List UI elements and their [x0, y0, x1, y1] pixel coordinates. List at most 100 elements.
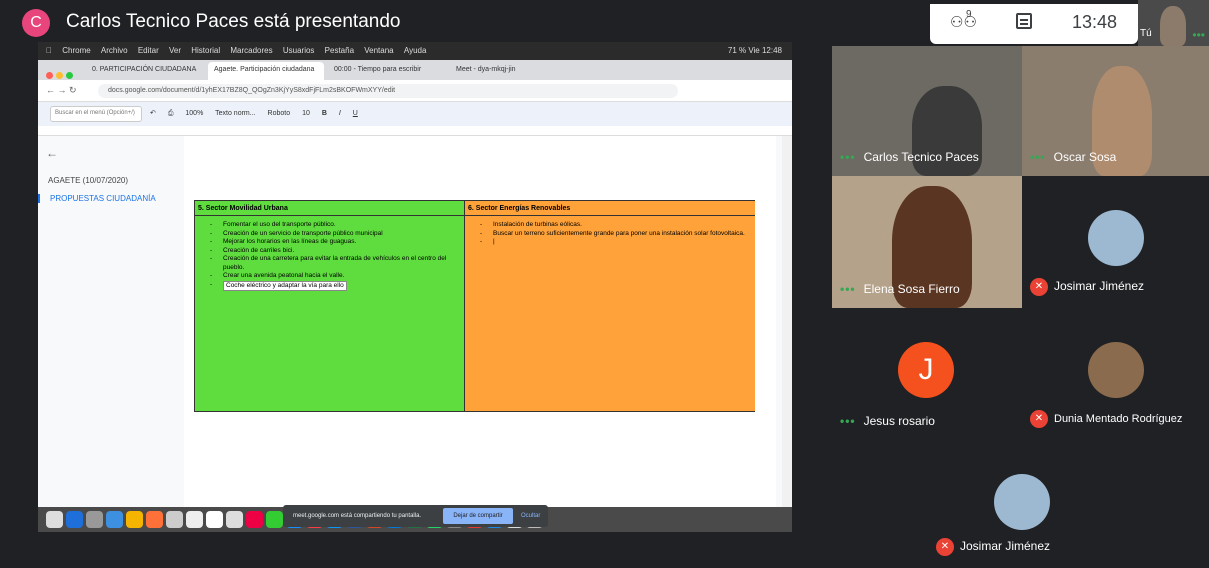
calendar-icon[interactable]: [186, 511, 203, 528]
list-item: Crear una avenida peatonal hacia el vall…: [209, 272, 464, 281]
list-item-empty: |: [479, 238, 755, 247]
menu-item[interactable]: Ayuda: [404, 46, 427, 55]
app-icon[interactable]: [226, 511, 243, 528]
print-icon[interactable]: ⎙: [168, 110, 174, 117]
speaking-indicator-icon: •••: [1030, 150, 1046, 164]
mac-menu-items:  Chrome Archivo Editar Ver Historial Ma…: [38, 46, 426, 55]
people-count: 9: [966, 9, 972, 20]
participant-name: ✕ Josimar Jiménez: [936, 538, 1050, 556]
facetime-icon[interactable]: [266, 511, 283, 528]
nav-arrows-icon[interactable]: ← → ↻: [46, 85, 77, 96]
participant-tile[interactable]: ••• Elena Sosa Fierro: [832, 176, 1022, 308]
bold-button[interactable]: B: [322, 110, 327, 117]
mobility-list: Fomentar el uso del transporte público. …: [195, 216, 464, 291]
share-banner-text: meet.google.com está compartiendo tu pan…: [293, 513, 422, 519]
apple-icon[interactable]: : [46, 46, 52, 55]
avatar: [1088, 210, 1144, 266]
underline-button[interactable]: U: [353, 110, 358, 117]
participant-tile[interactable]: ✕ Josimar Jiménez: [928, 456, 1118, 568]
menu-item[interactable]: Editar: [138, 46, 159, 55]
list-item: Creación de carriles bici.: [209, 247, 464, 256]
outline-title: AGAETE (10/07/2020): [48, 176, 129, 185]
renewables-header: 6. Sector Energías Renovables: [465, 201, 755, 216]
mobility-column[interactable]: 5. Sector Movilidad Urbana Fomentar el u…: [195, 201, 465, 411]
document-page[interactable]: 5. Sector Movilidad Urbana Fomentar el u…: [184, 136, 776, 522]
menu-item[interactable]: Pestaña: [325, 46, 354, 55]
self-video-tile[interactable]: Tú •••: [1138, 0, 1209, 46]
list-item: Instalación de turbinas eólicas.: [479, 221, 755, 230]
italic-button[interactable]: I: [339, 110, 341, 117]
avatar: J: [898, 342, 954, 398]
mobility-header: 5. Sector Movilidad Urbana: [195, 201, 464, 216]
speaking-indicator-icon: •••: [840, 414, 856, 428]
mic-off-icon: ✕: [936, 538, 954, 556]
back-arrow-icon[interactable]: ←: [46, 146, 58, 160]
mac-status: 71 % Vie 12:48: [727, 46, 782, 55]
mic-off-icon: ✕: [1030, 278, 1048, 296]
participant-tile[interactable]: ✕ Dunia Mentado Rodríguez: [1022, 308, 1209, 440]
browser-tab[interactable]: 00:00 - Tiempo para escribir: [328, 62, 446, 80]
selected-text[interactable]: Coche eléctrico y adaptar la vía para el…: [223, 280, 347, 291]
font-select[interactable]: Roboto: [268, 110, 291, 117]
safari-icon[interactable]: [106, 511, 123, 528]
participant-name: ••• Elena Sosa Fierro: [840, 282, 960, 296]
menu-item[interactable]: Archivo: [101, 46, 128, 55]
scrollbar[interactable]: [782, 136, 792, 532]
finder-icon[interactable]: [46, 511, 63, 528]
docs-toolbar: Buscar en el menú (Opción+/) ↶ ⎙ 100% Te…: [38, 102, 792, 126]
participant-name: ••• Jesus rosario: [840, 414, 935, 428]
address-bar: ← → ↻ docs.google.com/document/d/1yhEX17…: [38, 80, 792, 102]
avatar: [1088, 342, 1144, 398]
menu-item[interactable]: Marcadores: [230, 46, 272, 55]
presenter-avatar: C: [22, 9, 50, 37]
notes-icon[interactable]: [206, 511, 223, 528]
style-select[interactable]: Texto norm...: [215, 110, 255, 117]
proposals-table: 5. Sector Movilidad Urbana Fomentar el u…: [194, 200, 755, 412]
participant-tile[interactable]: ✕ Josimar Jiménez: [1022, 176, 1209, 308]
undo-icon[interactable]: ↶: [150, 110, 156, 117]
stop-sharing-button[interactable]: Dejar de compartir: [443, 508, 513, 524]
app-icon[interactable]: [166, 511, 183, 528]
font-size[interactable]: 10: [302, 110, 310, 117]
menu-item[interactable]: Chrome: [62, 46, 90, 55]
zoom-select[interactable]: 100%: [185, 110, 203, 117]
participant-name: ••• Oscar Sosa: [1030, 150, 1117, 164]
list-item-selected: Coche eléctrico y adaptar la vía para el…: [209, 280, 464, 291]
participant-tile[interactable]: ••• Oscar Sosa: [1022, 46, 1209, 176]
browser-tab-active[interactable]: Agaete. Participación ciudadana: [208, 62, 324, 80]
url-field[interactable]: docs.google.com/document/d/1yhEX17BZ8Q_Q…: [98, 84, 678, 98]
renewables-column[interactable]: 6. Sector Energías Renovables Instalació…: [465, 201, 755, 411]
outline-item[interactable]: PROPUESTAS CIUDADANÍA: [38, 194, 156, 203]
list-item: Creación de una carretera para evitar la…: [209, 255, 464, 272]
firefox-icon[interactable]: [146, 511, 163, 528]
meet-controls-panel: ⚇⚇ 9 13:48: [930, 4, 1138, 44]
menu-item[interactable]: Historial: [191, 46, 220, 55]
photos-icon[interactable]: [246, 511, 263, 528]
browser-tab[interactable]: 0. PARTICIPACIÓN CIUDADANA: [86, 62, 204, 80]
app-icon[interactable]: [86, 511, 103, 528]
app-icon[interactable]: [66, 511, 83, 528]
menu-search-input[interactable]: Buscar en el menú (Opción+/): [50, 106, 142, 122]
menu-item[interactable]: Usuarios: [283, 46, 315, 55]
meet-clock: 13:48: [1072, 12, 1118, 32]
menu-item[interactable]: Ventana: [364, 46, 393, 55]
mic-off-icon: ✕: [1030, 410, 1048, 428]
list-item: Buscar un terreno suficientemente grande…: [479, 230, 755, 239]
list-item: Mejorar los horarios en las líneas de gu…: [209, 238, 464, 247]
people-icon[interactable]: ⚇⚇: [950, 13, 977, 31]
participant-tile[interactable]: J ••• Jesus rosario: [832, 308, 1022, 440]
share-banner: meet.google.com está compartiendo tu pan…: [283, 505, 548, 527]
chat-icon[interactable]: [1016, 13, 1032, 29]
renewables-list: Instalación de turbinas eólicas. Buscar …: [465, 216, 755, 247]
hide-button[interactable]: Ocultar: [521, 513, 540, 519]
avatar: [994, 474, 1050, 530]
participant-name: ✕ Dunia Mentado Rodríguez: [1030, 410, 1182, 428]
menu-item[interactable]: Ver: [169, 46, 181, 55]
list-item: Fomentar el uso del transporte público.: [209, 221, 464, 230]
chrome-icon[interactable]: [126, 511, 143, 528]
participant-tile[interactable]: ••• Carlos Tecnico Paces: [832, 46, 1022, 176]
participant-name: ••• Carlos Tecnico Paces: [840, 150, 979, 164]
participant-name: ✕ Josimar Jiménez: [1030, 278, 1144, 296]
more-options-icon[interactable]: •••: [1192, 28, 1205, 42]
browser-tab[interactable]: Meet - dya-mkqj-jin: [450, 62, 550, 80]
